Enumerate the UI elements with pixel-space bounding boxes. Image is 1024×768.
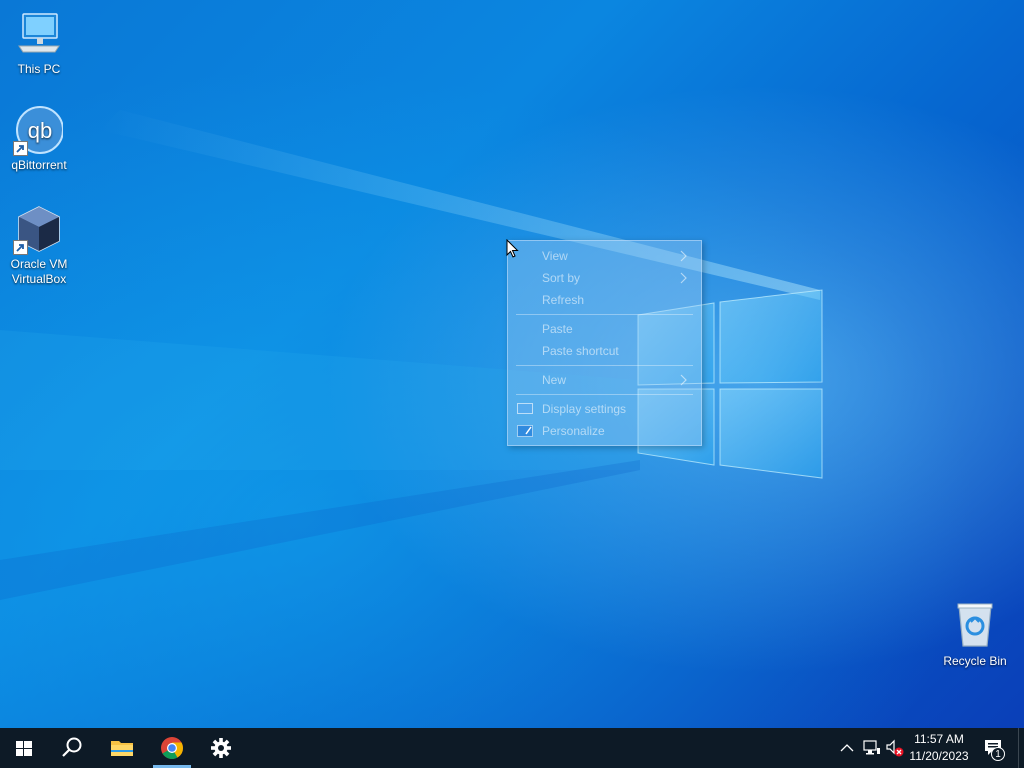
menu-item-label: Refresh — [542, 293, 585, 307]
desktop[interactable]: This PC qb qBittorrent Oracle VM Virtual… — [0, 0, 1024, 728]
desktop-icon-qbittorrent[interactable]: qb qBittorrent — [1, 106, 77, 173]
computer-icon — [15, 10, 63, 58]
menu-separator — [516, 314, 693, 315]
network-icon[interactable] — [863, 740, 881, 756]
action-center-button[interactable]: 1 — [976, 728, 1018, 768]
menu-item-new[interactable]: New — [508, 369, 701, 391]
settings-button[interactable] — [197, 728, 245, 768]
start-button[interactable] — [0, 728, 48, 768]
menu-separator — [516, 365, 693, 366]
display-icon — [517, 403, 533, 414]
menu-item-paste-shortcut[interactable]: Paste shortcut — [508, 340, 701, 362]
clock-date: 11/20/2023 — [909, 749, 969, 763]
chevron-right-icon — [680, 374, 687, 386]
menu-item-personalize[interactable]: Personalize — [508, 420, 701, 442]
desktop-icon-label: qBittorrent — [11, 158, 67, 172]
desktop-icon-this-pc[interactable]: This PC — [1, 10, 77, 77]
recycle-bin-icon — [951, 602, 999, 650]
desktop-icon-label: This PC — [17, 62, 61, 76]
chrome-button[interactable] — [148, 728, 196, 768]
file-explorer-button[interactable] — [98, 728, 146, 768]
clock-time: 11:57 AM — [914, 732, 964, 746]
folder-icon — [111, 741, 133, 756]
chevron-right-icon — [680, 272, 687, 284]
menu-item-sort-by[interactable]: Sort by — [508, 267, 701, 289]
qbittorrent-icon: qb — [13, 106, 64, 156]
chevron-up-icon[interactable] — [840, 742, 854, 754]
desktop-icon-recycle-bin[interactable]: Recycle Bin — [937, 602, 1013, 669]
menu-item-label: View — [542, 249, 568, 263]
desktop-icon-label: Oracle VM VirtualBox — [10, 257, 68, 286]
menu-item-label: Paste — [542, 322, 573, 336]
menu-item-label: Display settings — [542, 402, 627, 416]
desktop-icon-label: Recycle Bin — [943, 654, 1007, 668]
menu-item-display-settings[interactable]: Display settings — [508, 398, 701, 420]
search-button[interactable] — [48, 728, 96, 768]
windows-logo-icon — [16, 741, 32, 756]
shortcut-arrow-icon — [13, 240, 28, 255]
menu-item-label: Personalize — [542, 424, 605, 438]
menu-item-label: Paste shortcut — [542, 344, 619, 358]
menu-item-label: New — [542, 373, 567, 387]
taskbar: 11:57 AM 11/20/2023 1 — [0, 728, 1024, 768]
notification-count-badge: 1 — [991, 747, 1005, 761]
desktop-context-menu: View Sort by Refresh Paste Paste shortcu… — [507, 240, 702, 446]
system-clock[interactable]: 11:57 AM 11/20/2023 — [902, 728, 976, 768]
personalize-icon — [517, 425, 533, 437]
shortcut-arrow-icon — [13, 141, 28, 156]
chrome-icon — [161, 737, 183, 759]
menu-separator — [516, 394, 693, 395]
search-icon — [62, 737, 82, 757]
menu-item-refresh[interactable]: Refresh — [508, 289, 701, 311]
chevron-right-icon — [680, 250, 687, 262]
menu-item-paste[interactable]: Paste — [508, 318, 701, 340]
menu-item-view[interactable]: View — [508, 245, 701, 267]
gear-icon — [211, 738, 231, 758]
virtualbox-icon — [13, 205, 63, 255]
desktop-icon-virtualbox[interactable]: Oracle VM VirtualBox — [1, 205, 77, 287]
qbittorrent-glyph: qb — [28, 118, 52, 143]
show-desktop-button[interactable] — [1018, 728, 1024, 768]
menu-item-label: Sort by — [542, 271, 581, 285]
mouse-cursor-icon — [506, 239, 519, 258]
